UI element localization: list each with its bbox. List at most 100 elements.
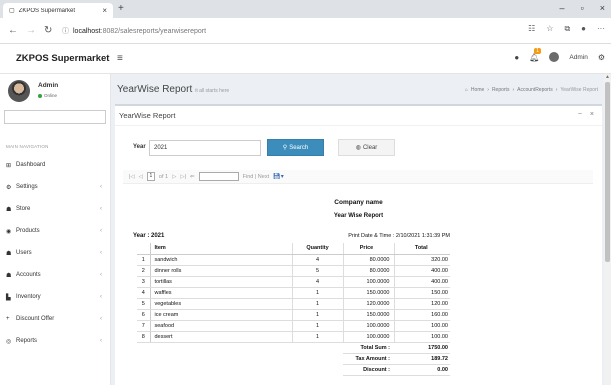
chart-icon: ▙ bbox=[6, 294, 11, 301]
users-icon: ☗ bbox=[6, 272, 12, 279]
sidebar-item-settings[interactable]: ⚙ Settings ‹ bbox=[6, 180, 106, 194]
prev-page-icon[interactable]: ◁ bbox=[139, 174, 143, 180]
forward-icon[interactable]: → bbox=[26, 25, 36, 36]
close-icon[interactable]: × bbox=[590, 111, 594, 118]
table-row: 3 tortillas 4 100.0000 400.00 bbox=[137, 276, 450, 288]
scroll-up-icon[interactable]: ▲ bbox=[604, 74, 611, 81]
first-page-icon[interactable]: |◁ bbox=[129, 174, 135, 180]
cell-total: 400.00 bbox=[394, 276, 450, 288]
close-tab-icon[interactable]: × bbox=[102, 6, 107, 15]
cell-item: vegetables bbox=[150, 298, 293, 310]
back-icon[interactable]: ← bbox=[8, 25, 18, 36]
clear-button[interactable]: ◍ Clear bbox=[338, 139, 395, 156]
cell-number: 6 bbox=[137, 309, 151, 321]
dashboard-icon: ⊞ bbox=[6, 162, 12, 169]
more-icon[interactable]: ··· bbox=[597, 24, 605, 34]
year-label: Year bbox=[133, 144, 146, 150]
sidebar-item-accounts[interactable]: ☗ Accounts ‹ bbox=[6, 268, 106, 282]
summary-label: Total Sum : bbox=[343, 342, 394, 354]
last-page-icon[interactable]: ▷| bbox=[180, 174, 186, 180]
report-year: Year : 2021 bbox=[133, 233, 165, 239]
sidebar-item-label: Discount Offer bbox=[16, 316, 55, 322]
column-header-item: Item bbox=[150, 243, 293, 255]
table-row: 8 dessert 1 100.0000 100.00 bbox=[137, 331, 450, 343]
sidebar-item-users[interactable]: ☗ Users ‹ bbox=[6, 246, 106, 260]
summary-label: Discount : bbox=[343, 364, 394, 376]
app-brand[interactable]: ZKPOS Supermarket bbox=[0, 44, 111, 74]
sidebar-item-discount-offer[interactable]: + Discount Offer ‹ bbox=[6, 312, 106, 326]
window-controls: – ▫ × bbox=[560, 3, 605, 13]
close-window-icon[interactable]: × bbox=[600, 3, 605, 13]
cell-number: 2 bbox=[137, 265, 151, 277]
breadcrumb-home[interactable]: Home bbox=[471, 87, 484, 93]
cell-price: 100.0000 bbox=[343, 320, 395, 332]
box-title: YearWise Report bbox=[119, 111, 176, 120]
reader-icon[interactable]: ☷ bbox=[528, 24, 535, 34]
search-button[interactable]: ⚲ Search bbox=[267, 139, 324, 156]
cell-quantity: 5 bbox=[292, 265, 344, 277]
top-navbar: ≡ ● 🔔︎ 1 Admin ⚙ bbox=[111, 44, 611, 74]
sidebar-item-store[interactable]: ☗ Store ‹ bbox=[6, 202, 106, 216]
breadcrumb-reports[interactable]: Reports bbox=[492, 87, 510, 93]
profile-icon[interactable]: ● bbox=[581, 24, 586, 34]
summary-row: Tax Amount :189.72 bbox=[137, 353, 450, 365]
collections-icon[interactable]: ⧉ bbox=[564, 24, 570, 34]
menu-toggle-icon[interactable]: ≡ bbox=[117, 53, 123, 64]
report-company: Company name bbox=[334, 199, 383, 206]
user-avatar-small[interactable] bbox=[549, 52, 560, 62]
back-icon[interactable]: ⇐ bbox=[190, 174, 195, 180]
minimize-icon[interactable]: – bbox=[560, 3, 565, 13]
notification-badge: 1 bbox=[534, 47, 542, 54]
browser-tab[interactable]: ▢ ZKPOS Supermarket × bbox=[3, 3, 113, 18]
address-bar[interactable]: ⓘ localhost:8082/salesreports/yearwisere… bbox=[62, 22, 502, 40]
summary-label: Tax Amount : bbox=[343, 353, 394, 365]
find-input[interactable] bbox=[198, 172, 239, 181]
admin-menu[interactable]: Admin bbox=[569, 54, 587, 61]
summary-value: 1750.00 bbox=[394, 342, 450, 354]
chevron-left-icon: ‹ bbox=[100, 206, 102, 212]
sidebar-item-label: Reports bbox=[16, 338, 38, 344]
cell-price: 80.0000 bbox=[343, 254, 395, 266]
export-icon[interactable]: 💾︎▾ bbox=[273, 173, 284, 180]
collapse-icon[interactable]: − bbox=[578, 111, 582, 118]
summary-value: 0.00 bbox=[394, 364, 450, 376]
next-page-icon[interactable]: ▷ bbox=[172, 174, 176, 180]
cell-item: dessert bbox=[150, 331, 293, 343]
clear-icon: ◍ bbox=[355, 145, 361, 151]
bell-icon[interactable]: 🔔︎ 1 bbox=[529, 47, 542, 62]
users-icon: ☗ bbox=[6, 250, 12, 257]
gears-icon[interactable]: ⚙ bbox=[598, 53, 605, 62]
find-next-link[interactable]: Find | Next bbox=[243, 174, 270, 180]
sidebar-search-input[interactable] bbox=[4, 110, 106, 124]
cell-number: 7 bbox=[137, 320, 151, 332]
cell-quantity: 1 bbox=[292, 320, 344, 332]
cell-item: ice cream bbox=[150, 309, 293, 321]
url-path: :8082/salesreports/yearwisereport bbox=[100, 27, 207, 35]
year-input[interactable]: 2021 bbox=[149, 140, 261, 156]
cell-number: 1 bbox=[137, 254, 151, 266]
summary-value: 189.72 bbox=[394, 353, 450, 365]
favorite-icon[interactable]: ☆ bbox=[546, 24, 553, 34]
page-scrollbar[interactable]: ▲ bbox=[604, 74, 611, 385]
new-tab-icon[interactable]: + bbox=[118, 3, 124, 14]
content-wrapper: YearWise Report it all starts here ⌂ Home… bbox=[111, 74, 604, 385]
sidebar-item-inventory[interactable]: ▙ Inventory ‹ bbox=[6, 290, 106, 304]
sidebar-item-label: Products bbox=[16, 228, 40, 234]
reload-icon[interactable]: ↻ bbox=[44, 25, 52, 36]
breadcrumb-account-reports[interactable]: AccountReports bbox=[517, 87, 553, 93]
sidebar: Admin Online MAIN NAVIGATION ⊞ Dashboard … bbox=[0, 74, 111, 385]
cell-price: 150.0000 bbox=[343, 287, 395, 299]
browser-actions: ☷ ☆ ⧉ ● ··· bbox=[528, 24, 605, 34]
sidebar-item-dashboard[interactable]: ⊞ Dashboard bbox=[6, 158, 106, 172]
page-number-input[interactable]: 1 bbox=[146, 172, 155, 181]
page-count: of 1 bbox=[158, 173, 169, 180]
sidebar-item-products[interactable]: ◉ Products ‹ bbox=[6, 224, 106, 238]
scroll-thumb[interactable] bbox=[605, 82, 610, 262]
cell-price: 120.0000 bbox=[343, 298, 395, 310]
cell-total: 120.00 bbox=[394, 298, 450, 310]
table-row: 4 waffles 1 150.0000 150.00 bbox=[137, 287, 450, 299]
sidebar-item-reports[interactable]: ◎ Reports ‹ bbox=[6, 334, 106, 348]
info-icon: ⓘ bbox=[62, 28, 69, 35]
alert-icon[interactable]: ● bbox=[514, 53, 519, 62]
maximize-icon[interactable]: ▫ bbox=[581, 3, 584, 13]
